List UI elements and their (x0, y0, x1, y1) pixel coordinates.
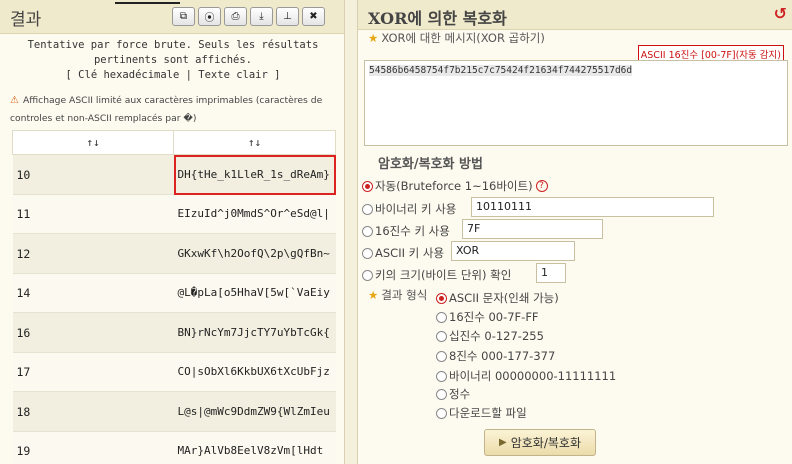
table-row: 18 L@s|@mWc9DdmZW9{WlZmIeu (12, 391, 336, 432)
message-label: ★ XOR에 대한 메시지(XOR 곱하기) (368, 31, 545, 45)
info-line-2: pertinents sont affichés. (93, 54, 253, 66)
row-plaintext: BN}rNcYm7JjcTY7uYbTcGk{ (173, 312, 336, 353)
star-icon: ★ (368, 288, 379, 302)
xor-header: XOR에 의한 복호화 ↺ (358, 0, 792, 30)
option-auto-label: 자동(Bruteforce 1~16바이트) (375, 179, 533, 193)
play-icon: ▶ (499, 437, 507, 448)
table-row: 17 CO|sObXl6KkbUX6tXcUbFjz (12, 352, 336, 392)
close-icon[interactable]: ✖ (302, 7, 325, 26)
results-panel: 결과 ⧉ ⦿ ⎙ ⤓ ⊥ ✖ Tentative par force brute… (0, 0, 345, 464)
option-ascii-key[interactable]: ASCII 키 사용 (362, 245, 444, 261)
radio-format-decimal[interactable] (436, 330, 447, 342)
table-row: 16 BN}rNcYm7JjcTY7uYbTcGk{ (12, 312, 336, 353)
format-ascii[interactable]: ASCII 문자(인쇄 가능) (436, 290, 559, 306)
radio-format-octal[interactable] (436, 350, 447, 362)
option-auto[interactable]: 자동(Bruteforce 1~16바이트) ? (362, 178, 548, 194)
sort-text-column[interactable]: ↑↓ (173, 130, 336, 155)
print-icon[interactable]: ⎙ (224, 7, 247, 26)
row-plaintext: CO|sObXl6KkbUX6tXcUbFjz (173, 352, 336, 392)
radio-hex-key[interactable] (362, 225, 373, 237)
row-key: 12 (12, 233, 174, 274)
results-table: ↑↓ ↑↓ 10 DH{tHe_k1LleR_1s_dReAm} 11 EIzu… (12, 130, 336, 464)
download-icon[interactable]: ⤓ (250, 7, 273, 26)
row-key: 11 (12, 194, 174, 234)
method-title: 암호화/복호화 방법 (378, 157, 483, 172)
xor-panel: XOR에 의한 복호화 ↺ ★ XOR에 대한 메시지(XOR 곱하기) ASCI… (357, 0, 792, 464)
encrypt-decrypt-label: 암호화/복호화 (510, 436, 581, 450)
warning-icon: ⚠ (10, 95, 19, 106)
info-line-1: Tentative par force brute. Seuls les rés… (27, 39, 319, 51)
format-decimal[interactable]: 십진수 0-127-255 (436, 328, 544, 344)
row-key: 17 (12, 352, 174, 392)
option-hex-key[interactable]: 16진수 키 사용 (362, 223, 450, 239)
row-key: 16 (12, 312, 174, 353)
format-file[interactable]: 다운로드할 파일 (436, 405, 527, 421)
option-binary-key[interactable]: 바이너리 키 사용 (362, 201, 456, 217)
table-row: 14 @L�pLa[o5HhaV[5w[`VaEiy (12, 273, 336, 313)
pin-icon[interactable]: ⊥ (276, 7, 299, 26)
row-plaintext-highlighted: DH{tHe_k1LleR_1s_dReAm} (173, 154, 336, 195)
radio-auto[interactable] (362, 180, 373, 192)
radio-format-file[interactable] (436, 407, 447, 419)
xor-title: XOR에 의한 복호화 (368, 9, 507, 28)
row-key: 10 (12, 154, 174, 195)
table-row: 12 GKxwKf\h2OofQ\2p\gQfBn~ (12, 233, 336, 274)
row-key: 18 (12, 391, 174, 432)
row-plaintext: L@s|@mWc9DdmZW9{WlZmIeu (173, 391, 336, 432)
screenshot-icon[interactable]: ⦿ (198, 7, 221, 26)
row-key: 14 (12, 273, 174, 313)
key-size-input[interactable]: 1 (536, 263, 566, 283)
sort-key-column[interactable]: ↑↓ (12, 130, 174, 155)
radio-format-ascii[interactable] (436, 292, 447, 304)
results-info: Tentative par force brute. Seuls les rés… (12, 38, 334, 83)
row-plaintext: @L�pLa[o5HhaV[5w[`VaEiy (173, 273, 336, 313)
results-title: 결과 (10, 10, 42, 30)
scroll-indicator (115, 0, 180, 4)
format-label: ★ 결과 형식 (368, 288, 428, 302)
option-key-size[interactable]: 키의 크기(바이트 단위) 확인 (362, 267, 511, 283)
format-octal[interactable]: 8진수 000-177-377 (436, 348, 555, 364)
table-row: 11 EIzuId^j0MmdS^Or^eSd@l| (12, 194, 336, 234)
ascii-key-input[interactable]: XOR (451, 241, 575, 261)
star-icon: ★ (368, 31, 379, 45)
results-toolbar: ⧉ ⦿ ⎙ ⤓ ⊥ ✖ (172, 7, 325, 26)
option-ascii-key-label: ASCII 키 사용 (375, 246, 445, 260)
table-row: 10 DH{tHe_k1LleR_1s_dReAm} (12, 154, 336, 195)
binary-key-input[interactable]: 10110111 (471, 197, 714, 217)
help-icon[interactable]: ? (535, 180, 548, 192)
format-integer[interactable]: 정수 (436, 386, 470, 402)
info-line-3: [ Clé hexadécimale | Texte clair ] (65, 69, 281, 81)
results-header: 결과 ⧉ ⦿ ⎙ ⤓ ⊥ ✖ (0, 0, 344, 34)
reload-icon[interactable]: ↺ (774, 4, 787, 23)
row-plaintext: EIzuId^j0MmdS^Or^eSd@l| (173, 194, 336, 234)
message-value: 54586b6458754f7b215c7c75424f21634f744275… (369, 65, 633, 76)
format-binary[interactable]: 바이너리 00000000-11111111 (436, 368, 616, 384)
row-key: 19 (12, 431, 174, 464)
radio-binary-key[interactable] (362, 203, 373, 215)
radio-key-size[interactable] (362, 269, 373, 281)
copy-icon[interactable]: ⧉ (172, 7, 195, 26)
radio-ascii-key[interactable] (362, 247, 373, 259)
ascii-warning: ⚠ Affichage ASCII limité aux caractères i… (10, 92, 338, 128)
row-plaintext: MAr}AlVb8EelV8zVm[lHdt (173, 431, 336, 464)
option-hex-key-label: 16진수 키 사용 (375, 224, 450, 238)
message-textarea[interactable]: 54586b6458754f7b215c7c75424f21634f744275… (364, 60, 788, 146)
warning-text: Affichage ASCII limité aux caractères im… (10, 95, 323, 124)
option-key-size-label: 키의 크기(바이트 단위) 확인 (375, 268, 512, 282)
radio-format-hex[interactable] (436, 311, 447, 323)
radio-format-binary[interactable] (436, 370, 447, 382)
radio-format-integer[interactable] (436, 388, 447, 400)
row-plaintext: GKxwKf\h2OofQ\2p\gQfBn~ (173, 233, 336, 274)
table-row: 19 MAr}AlVb8EelV8zVm[lHdt (12, 431, 336, 464)
encrypt-decrypt-button[interactable]: ▶ 암호화/복호화 (484, 429, 596, 456)
hex-key-input[interactable]: 7F (462, 219, 603, 239)
option-binary-key-label: 바이너리 키 사용 (375, 202, 457, 216)
format-hex[interactable]: 16진수 00-7F-FF (436, 309, 539, 325)
